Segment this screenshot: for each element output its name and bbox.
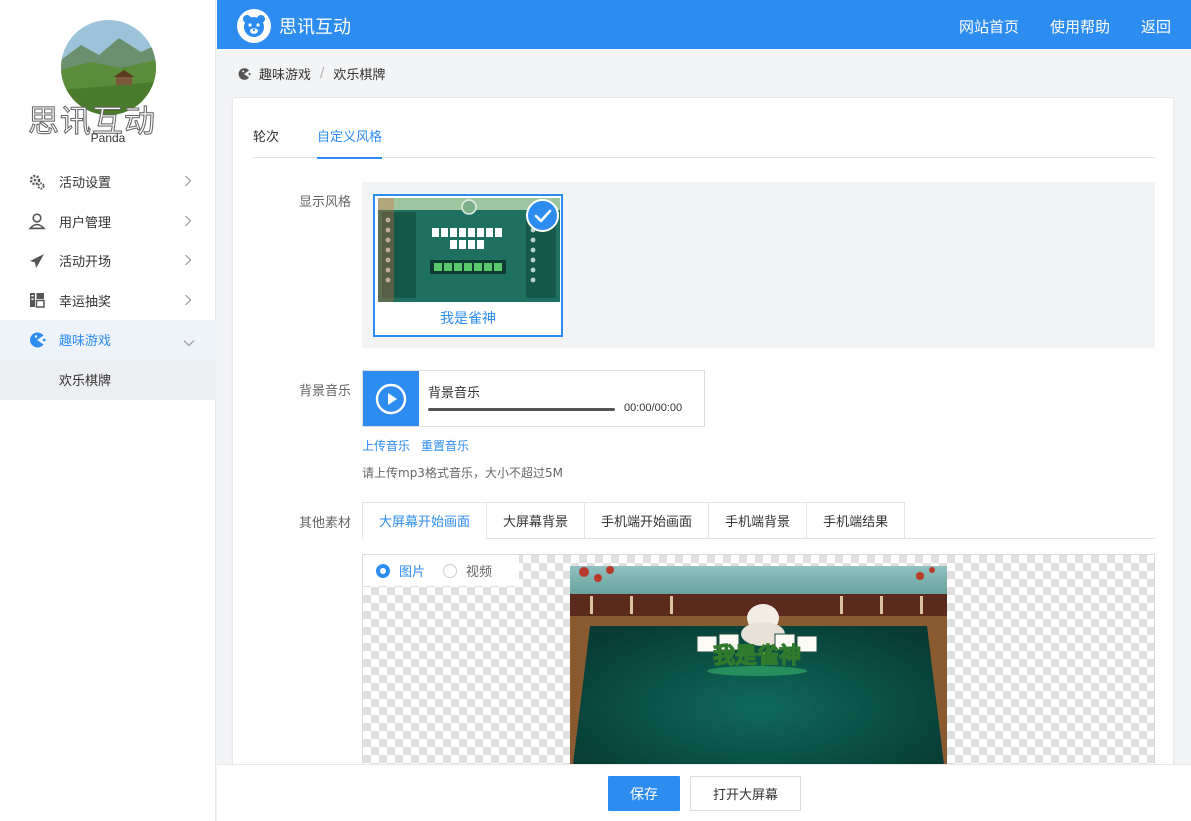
- top-nav: 网站首页 使用帮助 返回: [959, 16, 1171, 37]
- play-button[interactable]: [363, 371, 419, 426]
- bear-logo-icon: [237, 9, 271, 43]
- asset-preview: 图片 视频 我是雀神: [362, 554, 1155, 788]
- chevron-right-icon: [184, 175, 192, 191]
- brand[interactable]: 思讯互动: [237, 9, 351, 43]
- music-title: 背景音乐: [428, 386, 481, 401]
- main-card: 轮次 自定义风格 显示风格 我是雀神 背景音乐 背景音乐 00:00/00:00…: [232, 97, 1174, 788]
- sidebar-item-user-management[interactable]: 用户管理: [0, 202, 216, 242]
- reset-music-link[interactable]: 重置音乐: [421, 437, 469, 454]
- asset-tab-big-screen-bg[interactable]: 大屏幕背景: [486, 502, 585, 539]
- gears-icon: [28, 173, 46, 191]
- brand-name: 思讯互动: [279, 17, 351, 38]
- user-icon: [28, 212, 46, 230]
- sidebar-item-lucky-draw[interactable]: 幸运抽奖: [0, 281, 216, 321]
- other-assets-label: 其他素材: [298, 516, 351, 531]
- music-links: 上传音乐 重置音乐: [362, 437, 469, 454]
- pacman-icon: [28, 331, 46, 349]
- radio-label: 图片: [399, 565, 426, 580]
- media-type-radio-group: 图片 视频: [363, 555, 519, 586]
- sidebar-item-label: 用户管理: [59, 215, 112, 231]
- breadcrumb-item[interactable]: 趣味游戏: [259, 64, 311, 83]
- music-time: 00:00/00:00: [624, 402, 683, 414]
- radio-label: 视频: [466, 565, 493, 580]
- nav-help-link[interactable]: 使用帮助: [1050, 16, 1110, 37]
- tab-bar: 轮次 自定义风格: [253, 125, 1155, 159]
- save-button[interactable]: 保存: [608, 776, 680, 811]
- radio-video[interactable]: 视频: [443, 561, 492, 580]
- submenu-item-happy-chess[interactable]: 欢乐棋牌: [0, 359, 216, 400]
- breadcrumb-separator: /: [320, 66, 325, 81]
- chevron-right-icon: [184, 294, 192, 310]
- breadcrumb: 趣味游戏 / 欢乐棋牌: [237, 64, 385, 83]
- play-icon: [375, 383, 407, 414]
- asset-tab-bar: 大屏幕开始画面 大屏幕背景 手机端开始画面 手机端背景 手机端结果: [362, 502, 1155, 539]
- upload-music-link[interactable]: 上传音乐: [362, 437, 410, 454]
- open-big-screen-button[interactable]: 打开大屏幕: [690, 776, 801, 811]
- tab-rounds[interactable]: 轮次: [253, 125, 279, 158]
- chevron-down-icon: [183, 336, 195, 351]
- breadcrumb-item: 欢乐棋牌: [333, 68, 386, 83]
- asset-tab-mobile-bg[interactable]: 手机端背景: [708, 502, 807, 539]
- sidebar-item-fun-games[interactable]: 趣味游戏: [0, 320, 216, 360]
- sidebar-item-activity-opening[interactable]: 活动开场: [0, 241, 216, 281]
- style-option-card[interactable]: 我是雀神: [373, 194, 563, 337]
- music-player: 背景音乐 00:00/00:00: [362, 370, 705, 427]
- paper-plane-icon: [28, 252, 46, 270]
- profile: 思讯互动 Panda: [0, 0, 215, 160]
- sidebar-item-activity-settings[interactable]: 活动设置: [0, 162, 216, 202]
- username: Panda: [90, 131, 126, 145]
- topbar: 思讯互动 网站首页 使用帮助 返回: [217, 0, 1191, 49]
- sidebar-item-label: 趣味游戏: [59, 334, 112, 350]
- chevron-right-icon: [184, 254, 192, 270]
- asset-tab-mobile-start[interactable]: 手机端开始画面: [584, 502, 709, 539]
- asset-tab-big-screen-start[interactable]: 大屏幕开始画面: [362, 502, 487, 539]
- sidebar-item-label: 活动开场: [59, 255, 112, 271]
- radio-dot: [376, 563, 390, 578]
- pacman-icon: [237, 67, 251, 81]
- preview-image: 我是雀神: [570, 566, 947, 787]
- music-progress-bar[interactable]: [428, 408, 615, 411]
- style-name: 我是雀神: [440, 311, 496, 327]
- footer-bar: 保存 打开大屏幕: [217, 764, 1191, 821]
- sidebar-item-label: 幸运抽奖: [59, 294, 112, 310]
- asset-tab-mobile-result[interactable]: 手机端结果: [806, 502, 906, 539]
- lottery-icon: [28, 291, 46, 309]
- music-hint: 请上传mp3格式音乐，大小不超过5M: [362, 466, 563, 480]
- sidebar-menu: 活动设置 用户管理 活动开场 幸运抽奖 趣味游戏 欢乐棋牌: [0, 162, 216, 400]
- sidebar-item-label: 活动设置: [59, 176, 112, 192]
- style-panel: 我是雀神: [362, 182, 1155, 348]
- preview-title: 我是雀神: [713, 643, 801, 669]
- nav-home-link[interactable]: 网站首页: [959, 16, 1019, 37]
- radio-image[interactable]: 图片: [376, 561, 425, 580]
- check-icon: [526, 199, 559, 232]
- sidebar: 思讯互动 Panda 活动设置 用户管理 活动开场 幸运抽奖 趣味游戏 欢乐棋牌: [0, 0, 216, 821]
- background-music-label: 背景音乐: [298, 384, 351, 399]
- radio-dot: [443, 563, 458, 578]
- display-style-label: 显示风格: [298, 195, 351, 210]
- tab-custom-style[interactable]: 自定义风格: [317, 125, 383, 159]
- chevron-right-icon: [184, 215, 192, 231]
- nav-back-link[interactable]: 返回: [1141, 16, 1171, 37]
